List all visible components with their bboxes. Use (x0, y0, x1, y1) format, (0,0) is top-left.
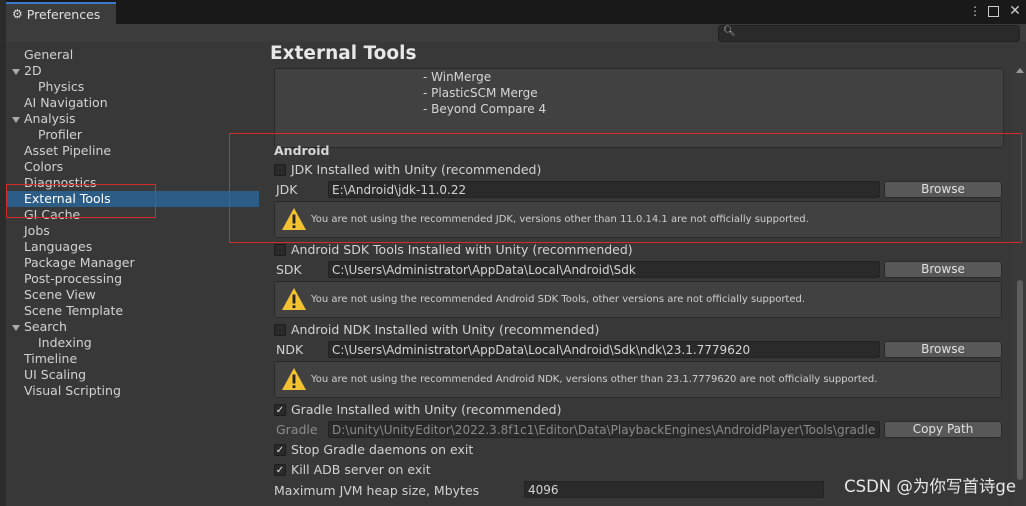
gradle-field-label: Gradle (276, 422, 318, 437)
sdk-field-label: SDK (276, 262, 302, 277)
jdk-path-field[interactable]: E:\Android\jdk-11.0.22 (328, 181, 880, 198)
copy-path-button[interactable]: Copy Path (884, 421, 1002, 438)
ndk-warning-box: You are not using the recommended Androi… (274, 361, 1002, 398)
sdk-warning-text: You are not using the recommended Androi… (311, 294, 806, 305)
sidebar-item-2d[interactable]: 2D (24, 63, 42, 79)
sidebar-item-languages[interactable]: Languages (24, 239, 92, 255)
sdk-warning-box: You are not using the recommended Androi… (274, 281, 1002, 318)
merge-tool-item: - Beyond Compare 4 (423, 102, 547, 116)
gradle-installed-label: Gradle Installed with Unity (recommended… (291, 402, 562, 417)
sidebar-item-scene-template[interactable]: Scene Template (24, 303, 123, 319)
jdk-installed-label: JDK Installed with Unity (recommended) (291, 162, 542, 177)
search-icon: 🔍︎ (723, 26, 736, 37)
toolbar: 🔍︎ (6, 24, 1026, 42)
sdk-installed-label: Android SDK Tools Installed with Unity (… (291, 242, 633, 257)
merge-tools-help-box: - - WinMerge - PlasticSCM Merge - Beyond… (274, 68, 1004, 148)
sidebar-item-visual-scripting[interactable]: Visual Scripting (24, 383, 121, 399)
jdk-browse-button[interactable]: Browse (884, 181, 1002, 198)
sidebar-item-search[interactable]: Search (24, 319, 67, 335)
jdk-field-label: JDK (276, 182, 298, 197)
gradle-installed-checkbox[interactable]: ✓ (274, 404, 286, 416)
maximize-icon[interactable] (988, 4, 1002, 18)
warning-icon (282, 288, 306, 310)
sidebar-item-profiler[interactable]: Profiler (38, 127, 82, 143)
warning-icon (282, 368, 306, 390)
sidebar-item-post-processing[interactable]: Post-processing (24, 271, 122, 287)
main-panel: External Tools - - WinMerge - PlasticSCM… (264, 42, 1026, 506)
ndk-field-label: NDK (276, 342, 304, 357)
sidebar-item-physics[interactable]: Physics (38, 79, 84, 95)
sidebar-item-jobs[interactable]: Jobs (24, 223, 50, 239)
sidebar-item-package-manager[interactable]: Package Manager (24, 255, 135, 271)
watermark: CSDN @为你写首诗ge (844, 477, 1016, 496)
expand-arrow-icon[interactable] (12, 325, 20, 331)
preferences-window: ⚙ Preferences ⋮ ✕ 🔍︎ General 2D Physics … (6, 0, 1026, 506)
jdk-warning-box: You are not using the recommended JDK, v… (274, 201, 1002, 238)
sidebar-item-scene-view[interactable]: Scene View (24, 287, 96, 303)
scroll-up-icon[interactable] (1016, 68, 1024, 73)
sdk-path-field[interactable]: C:\Users\Administrator\AppData\Local\And… (328, 261, 880, 278)
ndk-path-field[interactable]: C:\Users\Administrator\AppData\Local\And… (328, 341, 880, 358)
sidebar-item-general[interactable]: General (24, 47, 73, 63)
merge-tool-item: - WinMerge (423, 70, 492, 84)
sidebar-item-analysis[interactable]: Analysis (24, 111, 76, 127)
ndk-browse-button[interactable]: Browse (884, 341, 1002, 358)
sdk-browse-button[interactable]: Browse (884, 261, 1002, 278)
sidebar-item-timeline[interactable]: Timeline (24, 351, 77, 367)
tab-title: Preferences (26, 6, 101, 22)
ndk-installed-checkbox[interactable] (274, 324, 286, 336)
tab-preferences[interactable]: ⚙ Preferences (6, 2, 116, 24)
more-vertical-icon[interactable]: ⋮ (968, 4, 982, 18)
window-actions: ⋮ ✕ (968, 4, 1022, 18)
jvm-heap-label: Maximum JVM heap size, Mbytes (274, 483, 480, 498)
jvm-heap-input[interactable]: 4096 (524, 481, 824, 498)
page-title: External Tools (270, 43, 417, 64)
sidebar-item-diagnostics[interactable]: Diagnostics (24, 175, 97, 191)
gradle-path-field[interactable]: D:\unity\UnityEditor\2022.3.8f1c1\Editor… (328, 421, 880, 438)
gear-icon: ⚙ (12, 7, 23, 21)
sidebar-item-asset-pipeline[interactable]: Asset Pipeline (24, 143, 111, 159)
sidebar: General 2D Physics AI Navigation Analysi… (6, 42, 260, 506)
stop-gradle-checkbox[interactable]: ✓ (274, 444, 286, 456)
sidebar-item-ui-scaling[interactable]: UI Scaling (24, 367, 86, 383)
sidebar-item-gi-cache[interactable]: GI Cache (24, 207, 80, 223)
title-bar: ⚙ Preferences ⋮ ✕ (6, 0, 1026, 24)
sidebar-item-colors[interactable]: Colors (24, 159, 63, 175)
sdk-installed-checkbox[interactable] (274, 244, 286, 256)
ndk-warning-text: You are not using the recommended Androi… (311, 374, 878, 385)
merge-tool-item: - PlasticSCM Merge (423, 86, 538, 100)
android-section-title: Android (274, 143, 330, 158)
sidebar-item-external-tools[interactable]: External Tools (6, 191, 259, 207)
kill-adb-label: Kill ADB server on exit (291, 462, 431, 477)
stop-gradle-label: Stop Gradle daemons on exit (291, 442, 474, 457)
close-icon[interactable]: ✕ (1008, 4, 1022, 18)
expand-arrow-icon[interactable] (12, 117, 20, 123)
ndk-installed-label: Android NDK Installed with Unity (recomm… (291, 322, 600, 337)
scrollbar[interactable] (1014, 66, 1026, 506)
scrollbar-thumb[interactable] (1017, 280, 1023, 480)
kill-adb-checkbox[interactable]: ✓ (274, 464, 286, 476)
warning-icon (282, 208, 306, 230)
sidebar-item-indexing[interactable]: Indexing (38, 335, 92, 351)
expand-arrow-icon[interactable] (12, 69, 20, 75)
jdk-installed-checkbox[interactable] (274, 164, 286, 176)
sidebar-item-ai-navigation[interactable]: AI Navigation (24, 95, 108, 111)
jdk-warning-text: You are not using the recommended JDK, v… (311, 214, 809, 225)
search-input[interactable]: 🔍︎ (718, 25, 1020, 42)
